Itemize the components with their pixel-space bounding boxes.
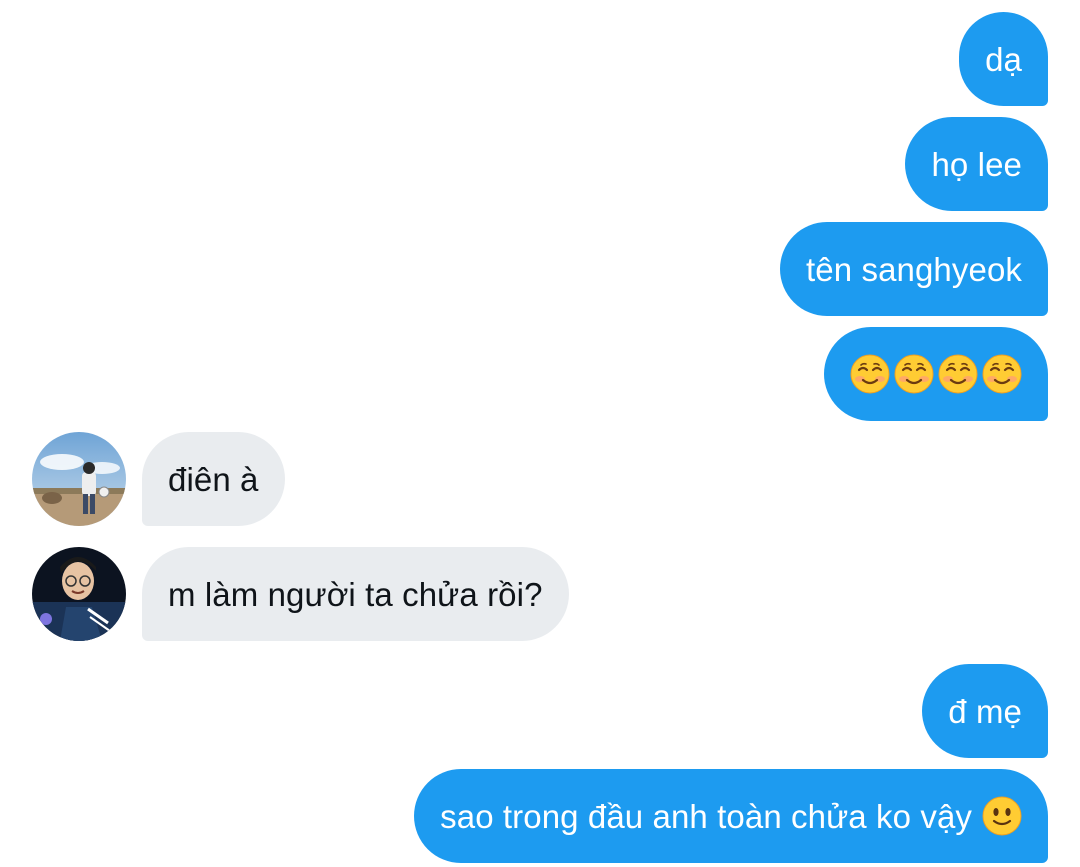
message-bubble-outgoing[interactable]: sao trong đầu anh toàn chửa ko vậy [414, 769, 1048, 863]
message-bubble-outgoing[interactable]: dạ [959, 12, 1048, 106]
message-bubble-outgoing[interactable]: tên sanghyeok [780, 222, 1048, 316]
avatar-glasses-photo [32, 547, 126, 641]
message-bubble-outgoing[interactable] [824, 327, 1048, 421]
smiling-face-icon [894, 354, 934, 394]
emoji-row [850, 354, 1022, 394]
smiling-face-icon [982, 354, 1022, 394]
avatar[interactable] [32, 432, 126, 526]
avatar[interactable] [32, 547, 126, 641]
slightly-smiling-face-icon [982, 796, 1022, 836]
smiling-face-icon [850, 354, 890, 394]
message-bubble-incoming[interactable]: m làm người ta chửa rồi? [142, 547, 569, 641]
message-bubble-incoming[interactable]: điên à [142, 432, 285, 526]
message-text: sao trong đầu anh toàn chửa ko vậy [440, 797, 972, 835]
message-text: đ mẹ [948, 692, 1022, 730]
message-text: dạ [985, 40, 1022, 78]
message-bubble-outgoing[interactable]: đ mẹ [922, 664, 1048, 758]
smiling-face-icon [938, 354, 978, 394]
message-bubble-outgoing[interactable]: họ lee [905, 117, 1048, 211]
message-text: điên à [168, 460, 259, 498]
avatar-outdoor-photo [32, 432, 126, 526]
message-text: họ lee [931, 145, 1022, 183]
message-text: m làm người ta chửa rồi? [168, 575, 543, 613]
message-text: tên sanghyeok [806, 250, 1022, 288]
